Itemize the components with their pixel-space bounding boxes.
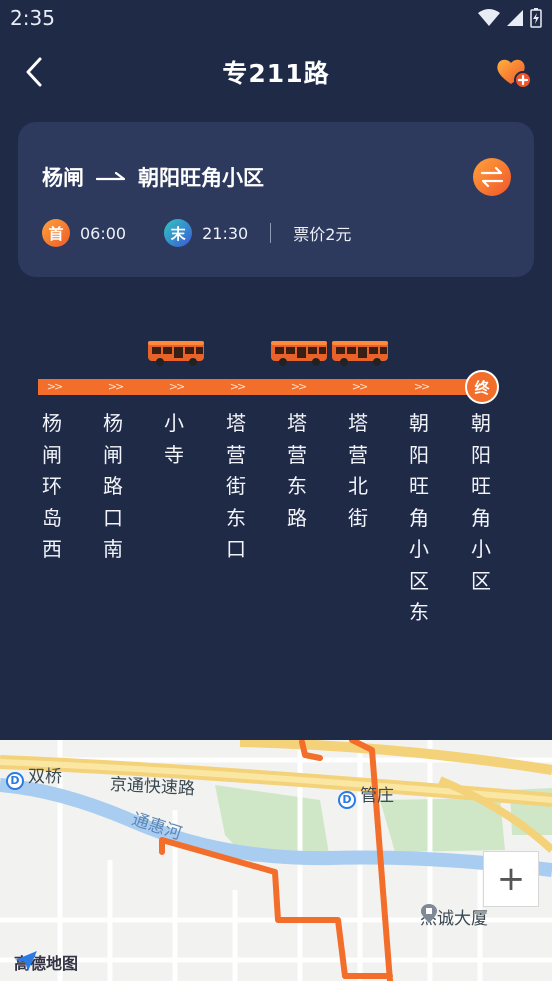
page-title: 专211路 <box>222 59 330 88</box>
terminal-stop-marker: 终 <box>465 370 499 404</box>
subway-icon: D <box>338 791 356 809</box>
stop-item[interactable]: 塔营东路 <box>283 408 311 534</box>
stop-item[interactable]: 杨闸路口南 <box>99 408 127 566</box>
map-label-shuangqiao: D 双桥 <box>6 762 62 790</box>
route-line-diagram: >> >> >> >> >> >> >> 终 杨闸环岛西 杨闸路口南 小寺 塔营… <box>0 330 552 660</box>
map-label-jingtong: 京通快速路 <box>109 774 196 800</box>
route-direction: 杨闸 朝阳旺角小区 <box>42 162 264 192</box>
bus-icon[interactable] <box>270 338 330 368</box>
status-icons <box>478 8 542 28</box>
building-pin-icon <box>421 904 437 923</box>
zoom-in-button[interactable]: + <box>483 851 539 907</box>
direction-chevron-icon: >> <box>46 380 63 393</box>
map-canvas <box>0 740 552 981</box>
direction-chevron-icon: >> <box>351 380 368 393</box>
direction-arrow-icon <box>96 171 126 181</box>
stop-item[interactable]: 塔营街东口 <box>222 408 250 566</box>
route-info-card: 杨闸 朝阳旺角小区 首 06:00 末 21:30 票价2元 <box>18 122 534 277</box>
first-bus-badge: 首 <box>42 219 70 247</box>
bus-icon[interactable] <box>331 338 391 368</box>
app-header: 专211路 <box>0 44 552 100</box>
route-map[interactable]: D 双桥 京通快速路 D 管庄 通惠河 杰诚大厦 + 高德地图 <box>0 740 552 981</box>
map-label-guanzhuang: D 管庄 <box>338 781 394 809</box>
stop-item[interactable]: 小寺 <box>160 408 188 471</box>
direction-chevron-icon: >> <box>168 380 185 393</box>
status-bar: 2:35 <box>0 0 552 36</box>
last-bus-badge: 末 <box>164 219 193 247</box>
stop-item[interactable]: 塔营北街 <box>344 408 372 534</box>
subway-icon: D <box>6 772 24 790</box>
map-label-jiecheng: 杰诚大厦 <box>420 904 488 929</box>
swap-icon <box>480 167 504 187</box>
direction-chevron-icon: >> <box>107 380 124 393</box>
wifi-icon <box>478 9 500 26</box>
bus-icon[interactable] <box>147 338 207 368</box>
stop-item[interactable]: 朝阳旺角小区 <box>467 408 495 597</box>
direction-chevron-icon: >> <box>290 380 307 393</box>
battery-icon <box>530 8 542 28</box>
signal-icon <box>507 10 523 26</box>
divider <box>270 223 272 243</box>
fare-text: 票价2元 <box>293 225 352 244</box>
last-bus-time: 21:30 <box>202 223 249 243</box>
direction-chevron-icon: >> <box>413 380 430 393</box>
direction-chevron-icon: >> <box>229 380 246 393</box>
stop-item[interactable]: 杨闸环岛西 <box>38 408 66 566</box>
stop-item[interactable]: 朝阳旺角小区东 <box>405 408 433 629</box>
favorite-add-icon[interactable] <box>494 54 534 90</box>
amap-logo-icon <box>15 951 37 971</box>
amap-logo: 高德地图 <box>14 950 78 974</box>
schedule-info: 首 06:00 末 21:30 票价2元 <box>42 219 351 247</box>
first-bus-time: 06:00 <box>80 223 127 243</box>
swap-direction-button[interactable] <box>473 158 511 196</box>
route-destination: 朝阳旺角小区 <box>138 166 264 190</box>
status-time: 2:35 <box>10 6 55 30</box>
route-origin: 杨闸 <box>42 166 84 190</box>
